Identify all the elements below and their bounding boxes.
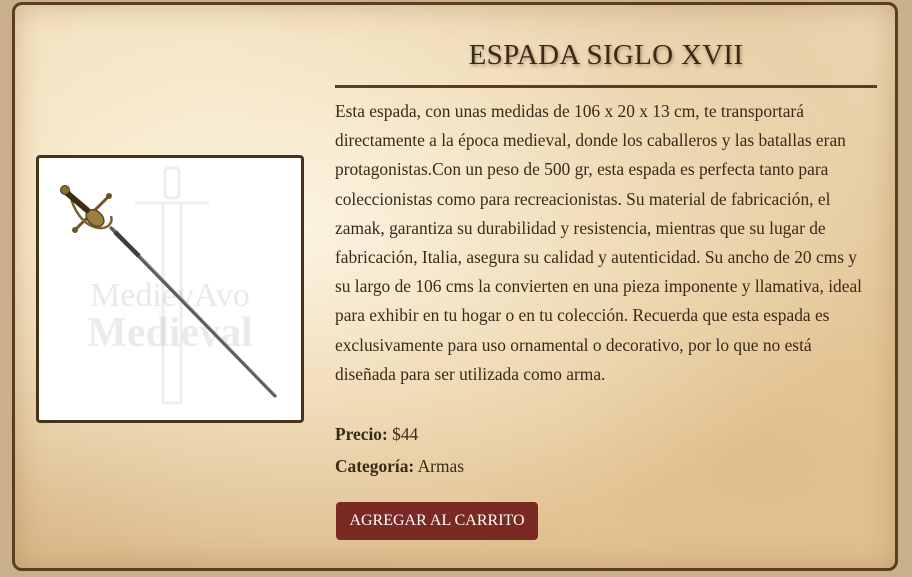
product-price: Precio: $44 (335, 424, 875, 445)
price-value: $44 (392, 424, 419, 444)
add-to-cart-button[interactable]: AGREGAR AL CARRITO (336, 502, 538, 540)
category-value: Armas (417, 456, 464, 476)
product-image[interactable]: MedievAvo Medieval (36, 155, 304, 423)
price-label: Precio: (335, 424, 388, 444)
product-card: MedievAvo Medieval ESPADA SIGLO XVII Est… (12, 2, 898, 571)
product-title: ESPADA SIGLO XVII (468, 39, 744, 71)
watermark-line1: MedievAvo (90, 277, 250, 314)
product-description: Esta espada, con unas medidas de 106 x 2… (335, 101, 863, 384)
product-category: Categoría: Armas (335, 456, 875, 477)
category-label: Categoría: (335, 456, 415, 476)
title-divider (335, 85, 877, 88)
sword-image: MedievAvo Medieval (60, 166, 277, 405)
